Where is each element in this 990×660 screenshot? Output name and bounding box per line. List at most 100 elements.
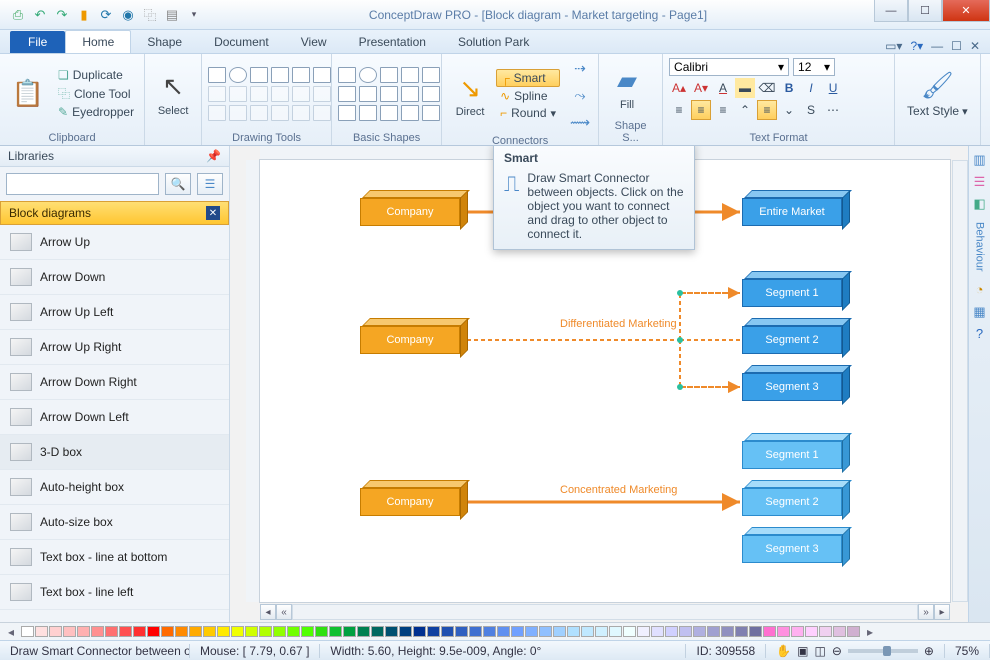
- color-swatch[interactable]: [735, 626, 748, 637]
- color-swatch[interactable]: [665, 626, 678, 637]
- color-swatch[interactable]: [161, 626, 174, 637]
- lib-item-arrow-up[interactable]: Arrow Up: [0, 225, 229, 260]
- color-swatch[interactable]: [133, 626, 146, 637]
- color-swatch[interactable]: [35, 626, 48, 637]
- behaviour-tab[interactable]: Behaviour: [974, 218, 986, 276]
- color-swatch[interactable]: [175, 626, 188, 637]
- horizontal-scrollbar[interactable]: ◂ « » ▸: [260, 604, 950, 620]
- page-next-icon[interactable]: »: [918, 604, 934, 620]
- scroll-right-icon[interactable]: ▸: [934, 604, 950, 620]
- color-swatch[interactable]: [441, 626, 454, 637]
- zoom-out-icon[interactable]: ⊖: [832, 644, 842, 658]
- color-swatch[interactable]: [693, 626, 706, 637]
- duplicate-button[interactable]: ❏Duplicate: [54, 67, 138, 83]
- color-swatch[interactable]: [91, 626, 104, 637]
- smart-connector-button[interactable]: ┌Smart: [496, 69, 560, 87]
- copy-icon[interactable]: ⿻: [142, 7, 158, 23]
- align-top-button[interactable]: ⌃: [735, 100, 755, 120]
- zoom-in-icon[interactable]: ⊕: [924, 644, 934, 658]
- color-swatch[interactable]: [497, 626, 510, 637]
- color-swatch[interactable]: [483, 626, 496, 637]
- tab-presentation[interactable]: Presentation: [343, 31, 442, 53]
- tab-shape[interactable]: Shape: [131, 31, 198, 53]
- color-swatch[interactable]: [833, 626, 846, 637]
- font-color-button[interactable]: A: [713, 78, 733, 98]
- library-search-input[interactable]: [6, 173, 159, 195]
- lib-item-3d-box[interactable]: 3-D box: [0, 435, 229, 470]
- clear-format-button[interactable]: ⌫: [757, 78, 777, 98]
- paste-button[interactable]: 📋: [6, 76, 50, 112]
- segment-1b-box[interactable]: Segment 2: [742, 326, 842, 354]
- color-swatch[interactable]: [721, 626, 734, 637]
- save-icon[interactable]: ⎙: [10, 7, 26, 23]
- redo-icon[interactable]: ↷: [54, 7, 70, 23]
- color-swatch[interactable]: [217, 626, 230, 637]
- tab-document[interactable]: Document: [198, 31, 285, 53]
- color-swatch[interactable]: [805, 626, 818, 637]
- connector-opt2-icon[interactable]: ⤳: [568, 83, 592, 107]
- page-prev-icon[interactable]: «: [276, 604, 292, 620]
- more-fmt-button[interactable]: ⋯: [823, 100, 843, 120]
- color-swatch[interactable]: [203, 626, 216, 637]
- maximize-button[interactable]: ☐: [908, 0, 942, 22]
- tab-solution-park[interactable]: Solution Park: [442, 31, 545, 53]
- globe-icon[interactable]: ◉: [120, 7, 136, 23]
- segment-2a-box[interactable]: Segment 1: [742, 441, 842, 469]
- color-swatch[interactable]: [595, 626, 608, 637]
- help-icon[interactable]: ?▾: [910, 39, 923, 53]
- segment-2b-box[interactable]: Segment 2: [742, 488, 842, 516]
- entire-market-box[interactable]: Entire Market: [742, 198, 842, 226]
- segment-1a-box[interactable]: Segment 1: [742, 279, 842, 307]
- highlight-button[interactable]: ▬: [735, 78, 755, 98]
- align-bottom-button[interactable]: ⌄: [779, 100, 799, 120]
- doc-close-icon[interactable]: ✕: [970, 39, 980, 53]
- color-swatch[interactable]: [119, 626, 132, 637]
- doc-restore-icon[interactable]: ☐: [951, 39, 962, 53]
- lib-item-arrow-down-right[interactable]: Arrow Down Right: [0, 365, 229, 400]
- file-tab[interactable]: File: [10, 31, 65, 53]
- fill-button[interactable]: ▰Fill: [605, 63, 649, 113]
- lib-item-arrow-up-left[interactable]: Arrow Up Left: [0, 295, 229, 330]
- color-swatch[interactable]: [273, 626, 286, 637]
- round-connector-button[interactable]: ⌐Round ▾: [496, 105, 560, 121]
- color-swatch[interactable]: [847, 626, 860, 637]
- color-swatch[interactable]: [371, 626, 384, 637]
- pan-icon[interactable]: ✋: [776, 644, 791, 658]
- lib-item-auto-height[interactable]: Auto-height box: [0, 470, 229, 505]
- color-swatch[interactable]: [287, 626, 300, 637]
- select-button[interactable]: ↖Select: [151, 69, 195, 119]
- refresh-icon[interactable]: ⟳: [98, 7, 114, 23]
- color-swatch[interactable]: [301, 626, 314, 637]
- library-category[interactable]: Block diagrams ✕: [0, 201, 229, 225]
- lib-item-auto-size[interactable]: Auto-size box: [0, 505, 229, 540]
- color-swatch[interactable]: [791, 626, 804, 637]
- vertical-scrollbar[interactable]: [952, 160, 968, 602]
- lib-item-arrow-down[interactable]: Arrow Down: [0, 260, 229, 295]
- lib-item-textbox-left[interactable]: Text box - line left: [0, 575, 229, 610]
- color-swatch[interactable]: [749, 626, 762, 637]
- lib-item-arrow-up-right[interactable]: Arrow Up Right: [0, 330, 229, 365]
- color-swatch[interactable]: [231, 626, 244, 637]
- color-swatch[interactable]: [385, 626, 398, 637]
- scroll-left-icon[interactable]: ◂: [260, 604, 276, 620]
- align-left-button[interactable]: ≡: [669, 100, 689, 120]
- color-swatch[interactable]: [105, 626, 118, 637]
- color-swatch[interactable]: [567, 626, 580, 637]
- color-swatch[interactable]: [469, 626, 482, 637]
- rb-icon-1[interactable]: ▥: [972, 152, 988, 168]
- rb-icon-2[interactable]: ☰: [972, 174, 988, 190]
- tab-view[interactable]: View: [285, 31, 343, 53]
- color-swatch[interactable]: [413, 626, 426, 637]
- color-swatch[interactable]: [581, 626, 594, 637]
- rb-icon-5[interactable]: ▦: [972, 304, 988, 320]
- color-swatch[interactable]: [637, 626, 650, 637]
- color-swatch[interactable]: [819, 626, 832, 637]
- color-swatch[interactable]: [21, 626, 34, 637]
- color-swatch[interactable]: [777, 626, 790, 637]
- font-size-combo[interactable]: 12▾: [793, 58, 835, 76]
- fit-icon[interactable]: ▣: [797, 644, 808, 658]
- clone-tool-button[interactable]: ⿻Clone Tool: [54, 84, 138, 103]
- paste-icon[interactable]: ▤: [164, 7, 180, 23]
- rb-icon-3[interactable]: ◧: [972, 196, 988, 212]
- box-icon[interactable]: ▮: [76, 7, 92, 23]
